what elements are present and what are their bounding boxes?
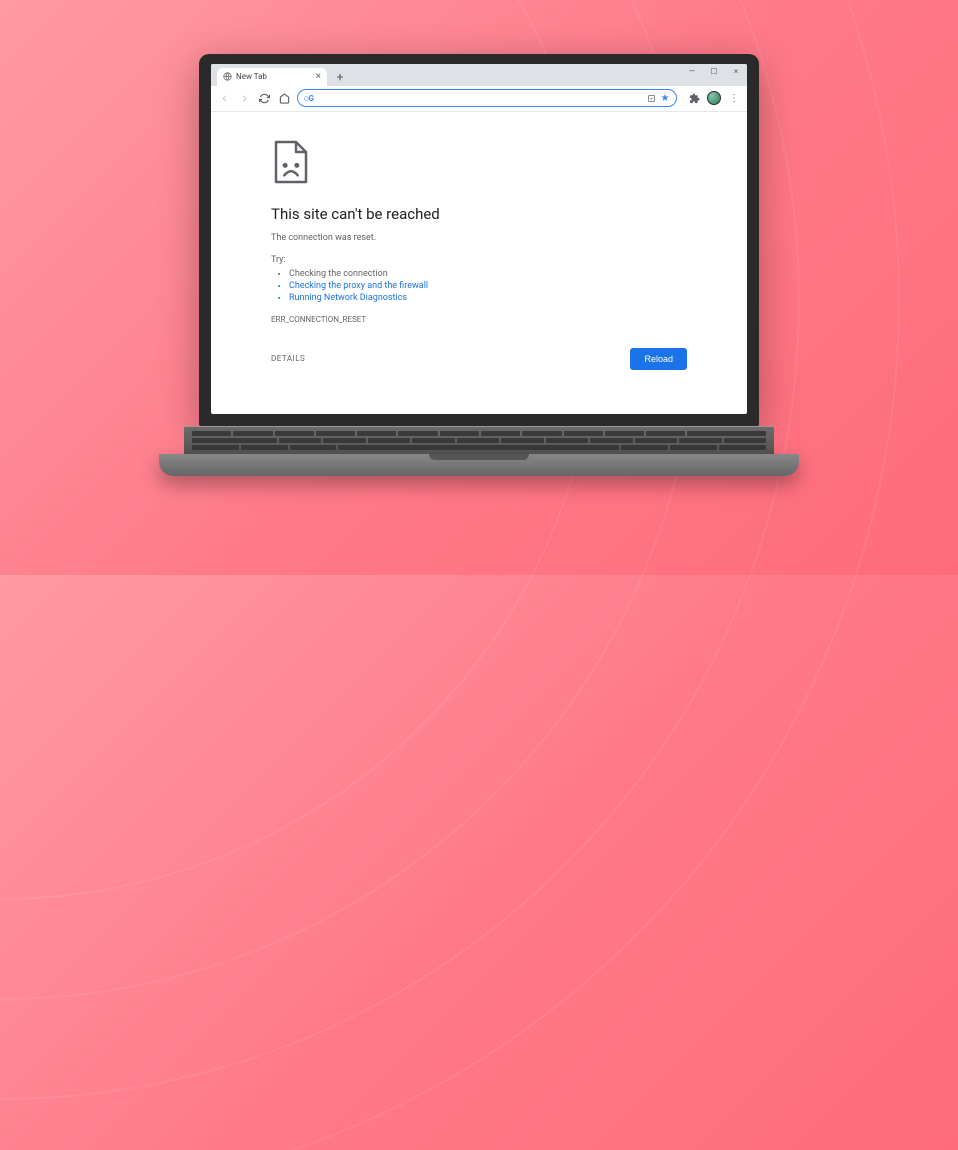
window-controls: — ☐ × xyxy=(685,67,743,76)
laptop-screen-bezel: New Tab × + — ☐ × xyxy=(199,54,759,426)
url-input[interactable] xyxy=(318,94,642,103)
home-icon[interactable] xyxy=(277,91,291,105)
laptop-keyboard xyxy=(184,426,774,454)
minimize-icon[interactable]: — xyxy=(685,67,699,76)
error-title: This site can't be reached xyxy=(271,205,687,223)
reload-button[interactable]: Reload xyxy=(630,348,687,370)
bookmark-icon[interactable]: ★ xyxy=(660,93,670,103)
back-icon[interactable] xyxy=(217,91,231,105)
suggestion-list: Checking the connection Checking the pro… xyxy=(271,269,687,303)
share-icon[interactable] xyxy=(646,93,656,103)
tab-close-icon[interactable]: × xyxy=(316,71,321,82)
try-label: Try: xyxy=(271,255,687,265)
search-provider-icon: G xyxy=(304,93,314,103)
profile-avatar[interactable] xyxy=(707,91,721,105)
globe-icon xyxy=(223,72,232,81)
error-page: This site can't be reached The connectio… xyxy=(211,112,747,390)
reload-icon[interactable] xyxy=(257,91,271,105)
laptop-base xyxy=(159,454,799,476)
forward-icon[interactable] xyxy=(237,91,251,105)
extensions-icon[interactable] xyxy=(687,91,701,105)
laptop: New Tab × + — ☐ × xyxy=(199,54,759,476)
sad-page-icon xyxy=(271,140,687,187)
suggestion-item: Checking the connection xyxy=(289,269,687,279)
new-tab-button[interactable]: + xyxy=(331,68,349,86)
error-subtitle: The connection was reset. xyxy=(271,233,687,243)
browser-tab[interactable]: New Tab × xyxy=(217,68,327,86)
details-button[interactable]: DETAILS xyxy=(271,354,305,363)
tab-strip: New Tab × + — ☐ × xyxy=(211,64,747,86)
menu-icon[interactable]: ⋮ xyxy=(727,91,741,105)
address-bar[interactable]: G ★ xyxy=(297,89,677,107)
browser-window: New Tab × + — ☐ × xyxy=(211,64,747,414)
browser-toolbar: G ★ ⋮ xyxy=(211,86,747,112)
suggestion-link-diagnostics[interactable]: Running Network Diagnostics xyxy=(289,293,687,303)
tab-title: New Tab xyxy=(236,72,312,81)
suggestion-link-proxy[interactable]: Checking the proxy and the firewall xyxy=(289,281,687,291)
error-code: ERR_CONNECTION_RESET xyxy=(271,315,687,324)
maximize-icon[interactable]: ☐ xyxy=(707,67,721,76)
close-window-icon[interactable]: × xyxy=(729,67,743,76)
